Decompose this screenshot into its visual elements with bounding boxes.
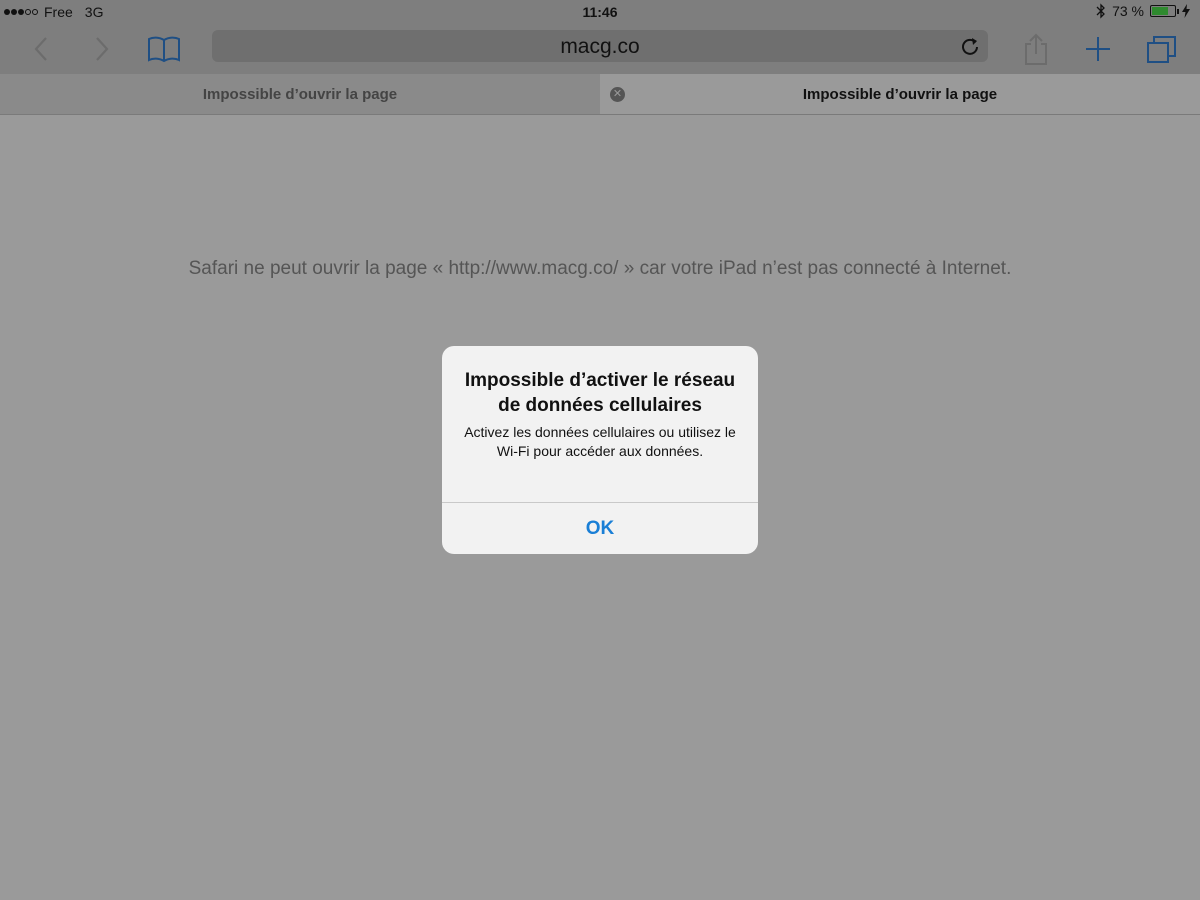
battery-percent: 73 % xyxy=(1112,3,1144,19)
url-text: macg.co xyxy=(560,35,640,58)
status-right: 73 % xyxy=(1096,3,1190,19)
reload-icon[interactable] xyxy=(960,36,980,56)
battery-icon xyxy=(1150,5,1179,17)
tab-2-label: Impossible d’ouvrir la page xyxy=(802,85,998,103)
tab-1[interactable]: Impossible d’ouvrir la page xyxy=(0,74,600,114)
url-bar[interactable]: macg.co xyxy=(212,30,988,62)
share-button[interactable] xyxy=(1014,32,1058,66)
alert-body: Activez les données cellulaires ou utili… xyxy=(464,424,736,459)
add-icon xyxy=(1086,37,1110,61)
alert-title: Impossible d’activer le réseau de donnée… xyxy=(464,370,736,416)
tabs-icon xyxy=(1147,36,1176,63)
close-tab-icon[interactable]: ✕ xyxy=(610,87,625,102)
bookmarks-button[interactable] xyxy=(142,32,186,66)
tab-2[interactable]: ✕ Impossible d’ouvrir la page xyxy=(600,74,1200,114)
bookmarks-icon xyxy=(148,36,180,63)
bluetooth-icon xyxy=(1096,3,1105,19)
status-time: 11:46 xyxy=(582,4,618,20)
share-icon xyxy=(1025,33,1047,65)
back-button[interactable] xyxy=(19,32,63,66)
forward-icon xyxy=(96,37,109,61)
ok-button[interactable]: OK xyxy=(442,503,758,554)
tab-1-label: Impossible d’ouvrir la page xyxy=(202,85,398,103)
toolbar: macg.co xyxy=(0,24,1200,74)
tab-strip: Impossible d’ouvrir la page ✕ Impossible… xyxy=(0,74,1200,115)
tabs-button[interactable] xyxy=(1140,32,1184,66)
back-icon xyxy=(34,37,47,61)
add-tab-button[interactable] xyxy=(1076,32,1120,66)
charging-bolt-icon xyxy=(1182,4,1190,18)
alert-dialog: Impossible d’activer le réseau de donnée… xyxy=(442,346,758,554)
error-message: Safari ne peut ouvrir la page « http://w… xyxy=(188,258,1012,279)
forward-button[interactable] xyxy=(80,32,124,66)
status-bar: Free 3G 11:46 73 % xyxy=(0,0,1200,24)
battery-fill xyxy=(1152,7,1169,15)
